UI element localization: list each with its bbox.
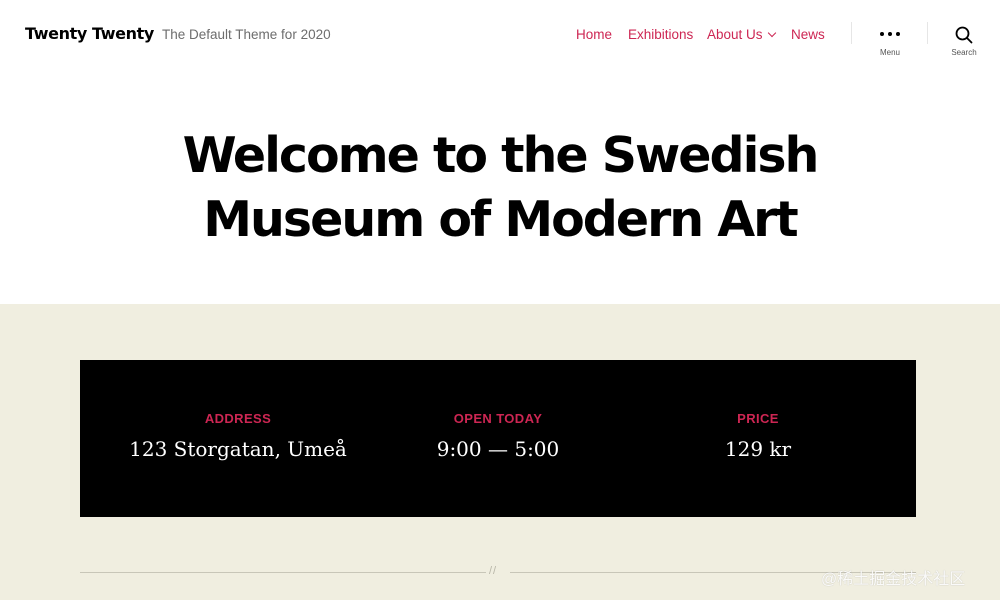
nav-item-home[interactable]: Home — [576, 27, 612, 42]
menu-toggle-button[interactable]: Menu — [860, 22, 920, 62]
open-today-value: 9:00 — 5:00 — [436, 437, 560, 461]
nav-item-about-us-label: About Us — [707, 27, 763, 42]
chevron-down-icon — [767, 28, 776, 38]
divider-left — [80, 572, 486, 573]
info-address: ADDRESS 123 Storgatan, Umeå — [128, 360, 348, 517]
price-label: PRICE — [737, 411, 779, 426]
divider-mark: // — [489, 565, 498, 577]
nav-item-exhibitions[interactable]: Exhibitions — [628, 27, 693, 42]
page-title-line-1: Welcome to the Swedish — [182, 127, 820, 184]
price-value: 129 kr — [724, 437, 792, 461]
info-box: ADDRESS 123 Storgatan, Umeå OPEN TODAY 9… — [80, 360, 916, 517]
info-price: PRICE 129 kr — [648, 360, 868, 517]
nav-item-news[interactable]: News — [791, 27, 825, 42]
page-title-line-2: Museum of Modern Art — [203, 191, 798, 248]
nav-separator — [851, 22, 852, 44]
site-header: Twenty Twenty The Default Theme for 2020… — [0, 0, 1000, 72]
watermark: @稀土掘金技术社区 — [821, 571, 966, 588]
menu-toggle-label: Menu — [879, 48, 900, 57]
primary-nav: Home Exhibitions About Us News — [0, 27, 1000, 47]
address-label: ADDRESS — [204, 411, 272, 426]
content-section: ADDRESS 123 Storgatan, Umeå OPEN TODAY 9… — [0, 304, 1000, 600]
info-open-today: OPEN TODAY 9:00 — 5:00 — [388, 360, 608, 517]
ellipsis-icon — [880, 32, 900, 36]
search-icon — [955, 26, 973, 44]
open-today-label: OPEN TODAY — [453, 411, 543, 426]
page-title: Welcome to the Swedish Museum of Modern … — [100, 124, 900, 252]
nav-item-about-us[interactable]: About Us — [707, 27, 776, 42]
nav-separator — [927, 22, 928, 44]
search-toggle-label: Search — [951, 48, 977, 57]
address-value: 123 Storgatan, Umeå — [129, 437, 347, 461]
hero-section: Welcome to the Swedish Museum of Modern … — [0, 72, 1000, 304]
search-toggle-button[interactable]: Search — [934, 22, 994, 62]
